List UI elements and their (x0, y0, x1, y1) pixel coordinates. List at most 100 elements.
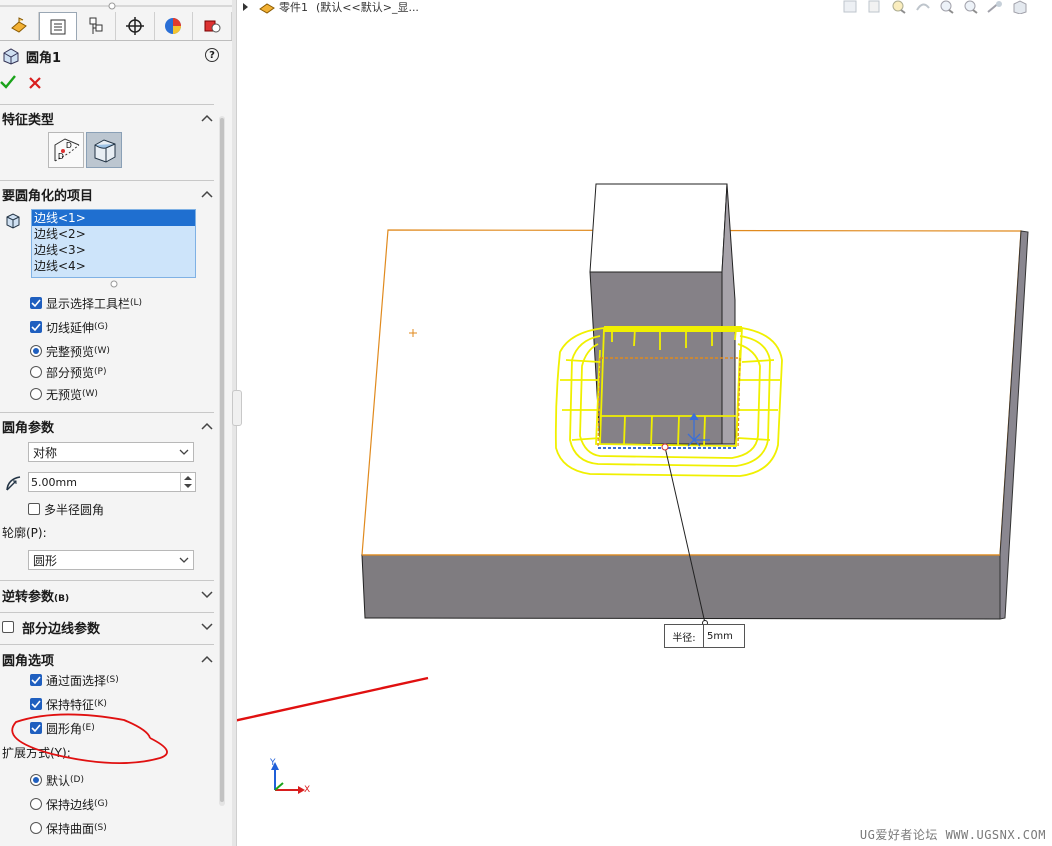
keep-features-option[interactable]: 保持特征 (K) (30, 695, 107, 713)
overflow-keep-edge-option[interactable]: 保持边线 (G) (30, 795, 108, 813)
section-items-to-fillet[interactable]: 要圆角化的项目 (0, 184, 214, 204)
tab-property-manager[interactable] (38, 12, 78, 40)
fillet-method-value: 对称 (33, 445, 58, 460)
panel-scrollbar-thumb[interactable] (220, 118, 224, 802)
list-item[interactable]: 边线<1> (32, 210, 195, 226)
select-through-faces-option[interactable]: 通过面选择 (S) (30, 671, 119, 689)
panel-grip[interactable] (0, 0, 232, 10)
option-key: (W) (82, 389, 98, 399)
overflow-type-label: 扩展方式(Y): (2, 746, 71, 760)
radio-unselected[interactable] (30, 798, 42, 810)
full-preview-option[interactable]: 完整预览 (W) (30, 342, 110, 360)
svg-text:D: D (66, 141, 72, 150)
manual-fillet-button[interactable]: DD (48, 132, 84, 168)
section-options-title: 圆角选项 (2, 653, 55, 669)
tab-display-manager[interactable] (155, 12, 194, 40)
option-key: (E) (82, 723, 95, 733)
chevron-up-icon[interactable] (200, 111, 214, 125)
chevron-down-icon[interactable] (200, 620, 214, 634)
tab-dimxpert-manager[interactable] (116, 12, 155, 40)
fillet-xpert-button[interactable] (86, 132, 122, 168)
graphics-area[interactable] (237, 0, 1052, 846)
multi-radius-option[interactable]: 多半径圆角 (28, 500, 104, 518)
tab-configuration-manager[interactable] (77, 12, 116, 40)
manager-tabs (0, 12, 232, 41)
chevron-down-icon[interactable] (200, 588, 214, 602)
section-setback-title: 逆转参数 (2, 589, 55, 605)
profile-label: 轮廓(P): (2, 526, 47, 540)
chevron-up-icon[interactable] (200, 187, 214, 201)
callout-anchor[interactable] (661, 443, 669, 451)
tab-feature-manager[interactable] (0, 12, 39, 40)
profile-select[interactable]: 圆形 (28, 550, 194, 570)
list-item[interactable]: 边线<3> (32, 242, 195, 258)
chevron-down-icon (179, 557, 189, 563)
no-preview-option[interactable]: 无预览 (W) (30, 385, 98, 403)
base-front-face[interactable] (361, 554, 1001, 620)
section-params-title: 圆角参数 (2, 420, 55, 436)
option-key: (P) (94, 367, 107, 377)
radius-input[interactable]: 5.00mm (28, 472, 196, 492)
listbox-resize-handle[interactable] (110, 280, 118, 288)
fillet-method-select[interactable]: 对称 (28, 442, 194, 462)
checkbox-checked[interactable] (30, 297, 42, 309)
chevron-up-icon[interactable] (200, 652, 214, 666)
radio-unselected[interactable] (30, 822, 42, 834)
radio-selected[interactable] (30, 345, 42, 357)
section-fillet-parameters[interactable]: 圆角参数 (0, 416, 214, 436)
edge-selection-icon (6, 213, 20, 229)
configuration-icon (89, 17, 103, 34)
overflow-keep-surface-option[interactable]: 保持曲面 (S) (30, 819, 107, 837)
tangent-propagation-option[interactable]: 切线延伸 (G) (30, 318, 108, 336)
radio-unselected[interactable] (30, 366, 42, 378)
section-feature-type[interactable]: 特征类型 (0, 108, 214, 128)
checkbox-checked[interactable] (30, 722, 42, 734)
property-manager-icon (50, 19, 66, 34)
annotation-arrow (237, 676, 429, 722)
cancel-x-icon[interactable] (28, 76, 42, 90)
section-partial-title: 部分边线参数 (22, 621, 101, 637)
ok-check-icon[interactable] (0, 74, 16, 90)
svg-text:D: D (58, 152, 64, 161)
option-key: (K) (94, 699, 107, 709)
option-key: (W) (94, 346, 110, 356)
section-fillet-options[interactable]: 圆角选项 (0, 649, 214, 669)
edge-item-label: 边线<1> (34, 211, 86, 225)
radio-unselected[interactable] (30, 388, 42, 400)
tab-cam-manager[interactable] (193, 12, 232, 40)
partial-preview-option[interactable]: 部分预览 (P) (30, 363, 106, 381)
option-key: (G) (94, 799, 109, 809)
option-key: (G) (94, 322, 109, 332)
spin-up-icon[interactable] (181, 473, 195, 482)
option-label: 默认 (46, 773, 71, 788)
checkbox-checked[interactable] (30, 321, 42, 333)
radius-spinner[interactable] (180, 473, 195, 491)
edge-item-label: 边线<3> (34, 243, 86, 257)
chevron-up-icon[interactable] (200, 419, 214, 433)
boss-top-face[interactable] (589, 183, 728, 273)
radius-callout[interactable]: 半径: 5mm (664, 624, 745, 648)
edges-listbox[interactable]: 边线<1> 边线<2> 边线<3> 边线<4> (31, 209, 196, 278)
section-feature-type-title: 特征类型 (2, 112, 55, 128)
crosshair-icon (125, 17, 144, 35)
property-manager-panel: 圆角1 ? 特征类型 DD 要圆角化的项目 边线<1> 边线<2> 边线<3> … (0, 0, 233, 846)
radio-selected[interactable] (30, 774, 42, 786)
section-setback-parameters[interactable]: 逆转参数(B) (0, 585, 214, 605)
display-pie-icon (165, 18, 182, 34)
help-button[interactable]: ? (205, 48, 219, 62)
show-selection-toolbar-option[interactable]: 显示选择工具栏 (L) (30, 294, 142, 312)
section-partial-edge-parameters[interactable]: 部分边线参数 (0, 617, 214, 637)
radius-callout-value[interactable]: 5mm (704, 625, 744, 647)
spin-down-icon[interactable] (181, 482, 195, 491)
round-corners-option[interactable]: 圆形角 (E) (30, 719, 95, 737)
option-label: 保持特征 (46, 697, 95, 712)
checkbox-checked[interactable] (30, 698, 42, 710)
option-label: 部分预览 (46, 365, 95, 380)
checkbox-unchecked[interactable] (28, 503, 40, 515)
overflow-default-option[interactable]: 默认 (D) (30, 771, 84, 789)
option-label: 通过面选择 (46, 673, 107, 688)
list-item[interactable]: 边线<4> (32, 258, 195, 274)
checkbox-unchecked[interactable] (2, 621, 14, 633)
checkbox-checked[interactable] (30, 674, 42, 686)
list-item[interactable]: 边线<2> (32, 226, 195, 242)
